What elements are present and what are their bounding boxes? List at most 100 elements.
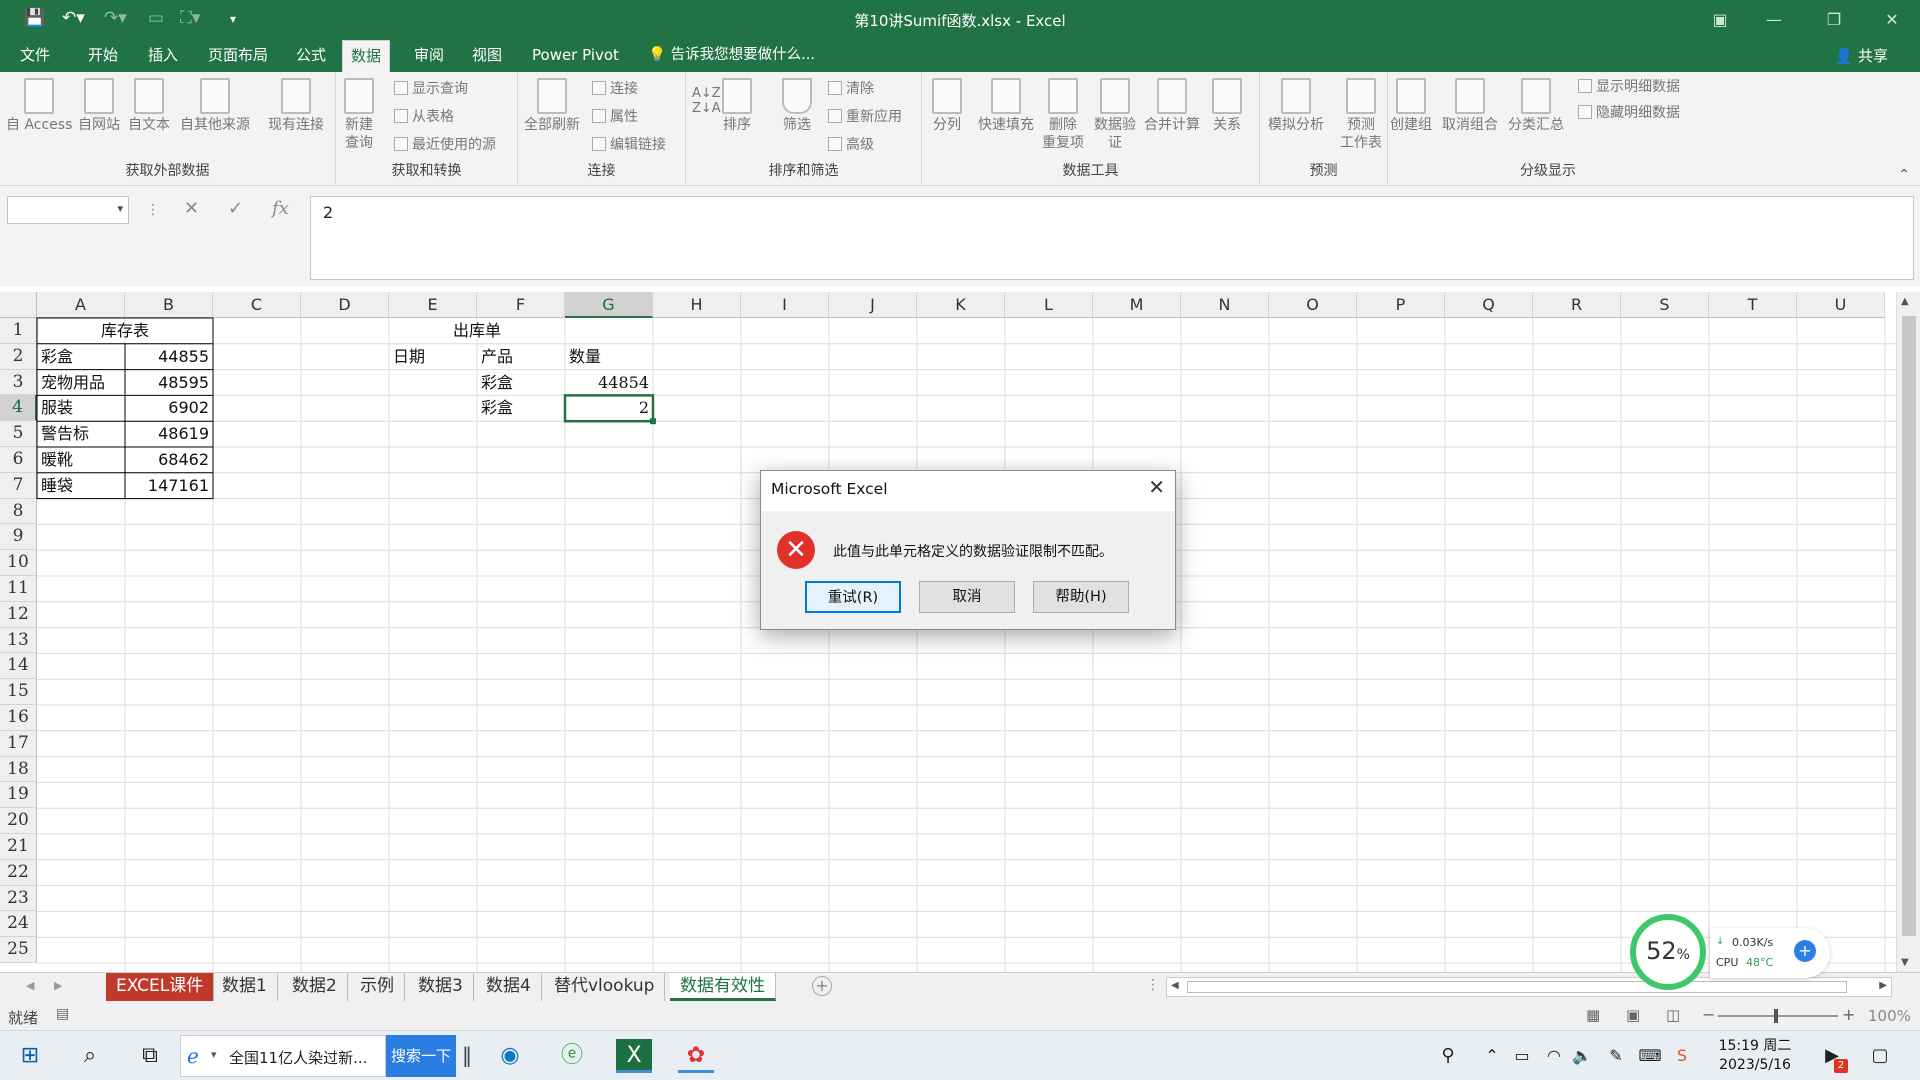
scroll-left-sheet-icon[interactable]: ◀ — [26, 979, 34, 992]
sheet-tab[interactable]: 数据3 — [408, 973, 474, 1001]
connections-button[interactable]: 连接 — [592, 78, 638, 100]
scroll-up-icon[interactable]: ▲ — [1901, 296, 1909, 307]
tab-review[interactable]: 审阅 — [406, 40, 452, 72]
edge-browser-icon[interactable]: ◉ — [492, 1039, 528, 1073]
normal-view-icon[interactable]: ▦ — [1586, 1006, 1600, 1024]
help-button[interactable]: 帮助(H) — [1033, 581, 1129, 613]
paint-app-icon[interactable]: ✿ — [678, 1039, 714, 1073]
ime-icon[interactable]: ⌨ — [1632, 1039, 1668, 1073]
zoom-level[interactable]: 100% — [1868, 1007, 1911, 1025]
dialog-close-icon[interactable]: ✕ — [1148, 475, 1165, 499]
recent-sources-button[interactable]: 最近使用的源 — [394, 134, 496, 156]
maximize-icon[interactable]: ❐ — [1814, 6, 1854, 34]
share-button[interactable]: 👤 共享 — [1827, 44, 1896, 68]
cell-a7[interactable]: 睡袋 — [37, 473, 125, 499]
zoom-out-icon[interactable]: − — [1702, 1005, 1715, 1024]
cancel-entry-icon[interactable]: ✕ — [184, 198, 199, 219]
cell-e2[interactable]: 日期 — [389, 344, 477, 370]
consolidate-button[interactable]: 合并计算 — [1144, 78, 1200, 134]
task-view-icon[interactable]: ⧉ — [132, 1039, 168, 1073]
tab-data[interactable]: 数据 — [342, 40, 391, 72]
windows-start-icon[interactable]: ⊞ — [12, 1039, 48, 1073]
group-button[interactable]: 创建组 — [1390, 78, 1432, 134]
cell-f4[interactable]: 彩盒 — [477, 395, 565, 421]
cell-a3[interactable]: 宠物用品 — [37, 370, 125, 396]
zoom-slider-thumb[interactable] — [1774, 1009, 1778, 1023]
sheet-tab[interactable]: 数据2 — [282, 973, 348, 1001]
show-detail-button[interactable]: 显示明细数据 — [1578, 76, 1680, 98]
minimize-icon[interactable]: — — [1754, 6, 1794, 34]
sogou-icon[interactable]: S — [1664, 1039, 1700, 1073]
cell-b7[interactable]: 147161 — [125, 473, 213, 499]
tab-insert[interactable]: 插入 — [140, 40, 186, 72]
cell-e1[interactable]: 出库单 — [389, 318, 565, 344]
zoom-slider[interactable] — [1718, 1015, 1838, 1017]
accelerate-plus-icon[interactable]: + — [1794, 940, 1816, 962]
formula-input[interactable]: 2 — [310, 196, 1914, 280]
collapse-ribbon-icon[interactable]: ⌃ — [1898, 167, 1910, 183]
cell-a2[interactable]: 彩盒 — [37, 344, 125, 370]
from-other-sources-button[interactable]: 自其他来源 — [180, 78, 250, 134]
browser-search-widget[interactable]: ℯ ▾ 全国11亿人染过新... — [180, 1035, 386, 1077]
scroll-down-icon[interactable]: ▼ — [1901, 957, 1909, 968]
ribbon-display-icon[interactable]: ▣ — [1700, 6, 1740, 34]
search-icon[interactable]: ⌕ — [72, 1039, 108, 1073]
data-validation-button[interactable]: 数据验证 — [1094, 78, 1136, 152]
volume-icon[interactable]: 🔈 — [1564, 1039, 1600, 1073]
pen-icon[interactable]: ✎ — [1598, 1039, 1634, 1073]
people-icon[interactable]: ⚲ — [1430, 1039, 1466, 1073]
sort-az-icon[interactable]: A↓Z Z↓A — [692, 86, 721, 116]
sort-button[interactable]: 排序 — [722, 78, 752, 134]
name-box[interactable]: ▾ — [7, 196, 129, 224]
sheet-tab[interactable]: 数据4 — [476, 973, 542, 1001]
cell-a4[interactable]: 服装 — [37, 395, 125, 421]
cell-a5[interactable]: 警告标 — [37, 421, 125, 447]
search-go-button[interactable]: 搜索一下 — [386, 1035, 456, 1077]
cell-b3[interactable]: 48595 — [125, 370, 213, 396]
reapply-button[interactable]: 重新应用 — [828, 106, 902, 128]
clock[interactable]: 15:19 周二 2023/5/16 — [1710, 1037, 1800, 1075]
performance-widget[interactable]: 52% ↓ 0.03K/s CPU 48°C + — [1626, 910, 1834, 994]
page-layout-view-icon[interactable]: ▣ — [1626, 1006, 1640, 1024]
action-center-icon[interactable]: ▢ — [1862, 1039, 1898, 1073]
tab-power-pivot[interactable]: Power Pivot — [524, 40, 627, 72]
cell-a6[interactable]: 暖靴 — [37, 447, 125, 473]
add-sheet-icon[interactable]: + — [812, 976, 832, 996]
cell-b5[interactable]: 48619 — [125, 421, 213, 447]
from-text-button[interactable]: 自文本 — [128, 78, 170, 134]
new-query-button[interactable]: 新建 查询 — [344, 78, 374, 152]
excel-taskbar-icon[interactable]: X — [616, 1039, 652, 1073]
from-access-button[interactable]: 自 Access — [6, 78, 72, 134]
zoom-in-icon[interactable]: + — [1842, 1005, 1855, 1024]
tab-formulas[interactable]: 公式 — [288, 40, 334, 72]
scroll-left-icon[interactable]: ◀ — [1171, 980, 1179, 991]
refresh-all-button[interactable]: 全部刷新 — [524, 78, 580, 134]
sheet-tab-active[interactable]: 数据有效性 — [670, 973, 776, 1001]
clear-filter-button[interactable]: 清除 — [828, 78, 874, 100]
hide-detail-button[interactable]: 隐藏明细数据 — [1578, 102, 1680, 124]
what-if-analysis-button[interactable]: 模拟分析 — [1268, 78, 1324, 134]
scroll-right-icon[interactable]: ▶ — [1879, 980, 1887, 991]
cell-b2[interactable]: 44855 — [125, 344, 213, 370]
insert-function-icon[interactable]: fx — [272, 198, 289, 219]
remove-duplicates-button[interactable]: 删除 重复项 — [1042, 78, 1084, 152]
chevron-down-icon[interactable]: ▾ — [117, 202, 123, 215]
vertical-scrollbar[interactable]: ▲ ▼ — [1896, 292, 1920, 972]
forecast-sheet-button[interactable]: 预测 工作表 — [1340, 78, 1382, 152]
cell-f2[interactable]: 产品 — [477, 344, 565, 370]
from-web-button[interactable]: 自网站 — [78, 78, 120, 134]
show-queries-button[interactable]: 显示查询 — [394, 78, 468, 100]
cell-a1[interactable]: 库存表 — [37, 318, 213, 344]
retry-button[interactable]: 重试(R) — [805, 581, 901, 613]
sheet-tab[interactable]: 示例 — [350, 973, 405, 1001]
tell-me-box[interactable]: 💡 告诉我您想要做什么... — [648, 40, 815, 72]
relationships-button[interactable]: 关系 — [1212, 78, 1242, 134]
flash-fill-button[interactable]: 快速填充 — [978, 78, 1034, 134]
scroll-thumb[interactable] — [1902, 316, 1916, 936]
edit-links-button[interactable]: 编辑链接 — [592, 134, 666, 156]
cancel-button[interactable]: 取消 — [919, 581, 1015, 613]
battery-icon[interactable]: ▭ — [1504, 1039, 1540, 1073]
scroll-right-sheet-icon[interactable]: ▶ — [54, 979, 62, 992]
advanced-filter-button[interactable]: 高级 — [828, 134, 874, 156]
cell-g3[interactable]: 44854 — [565, 370, 653, 396]
